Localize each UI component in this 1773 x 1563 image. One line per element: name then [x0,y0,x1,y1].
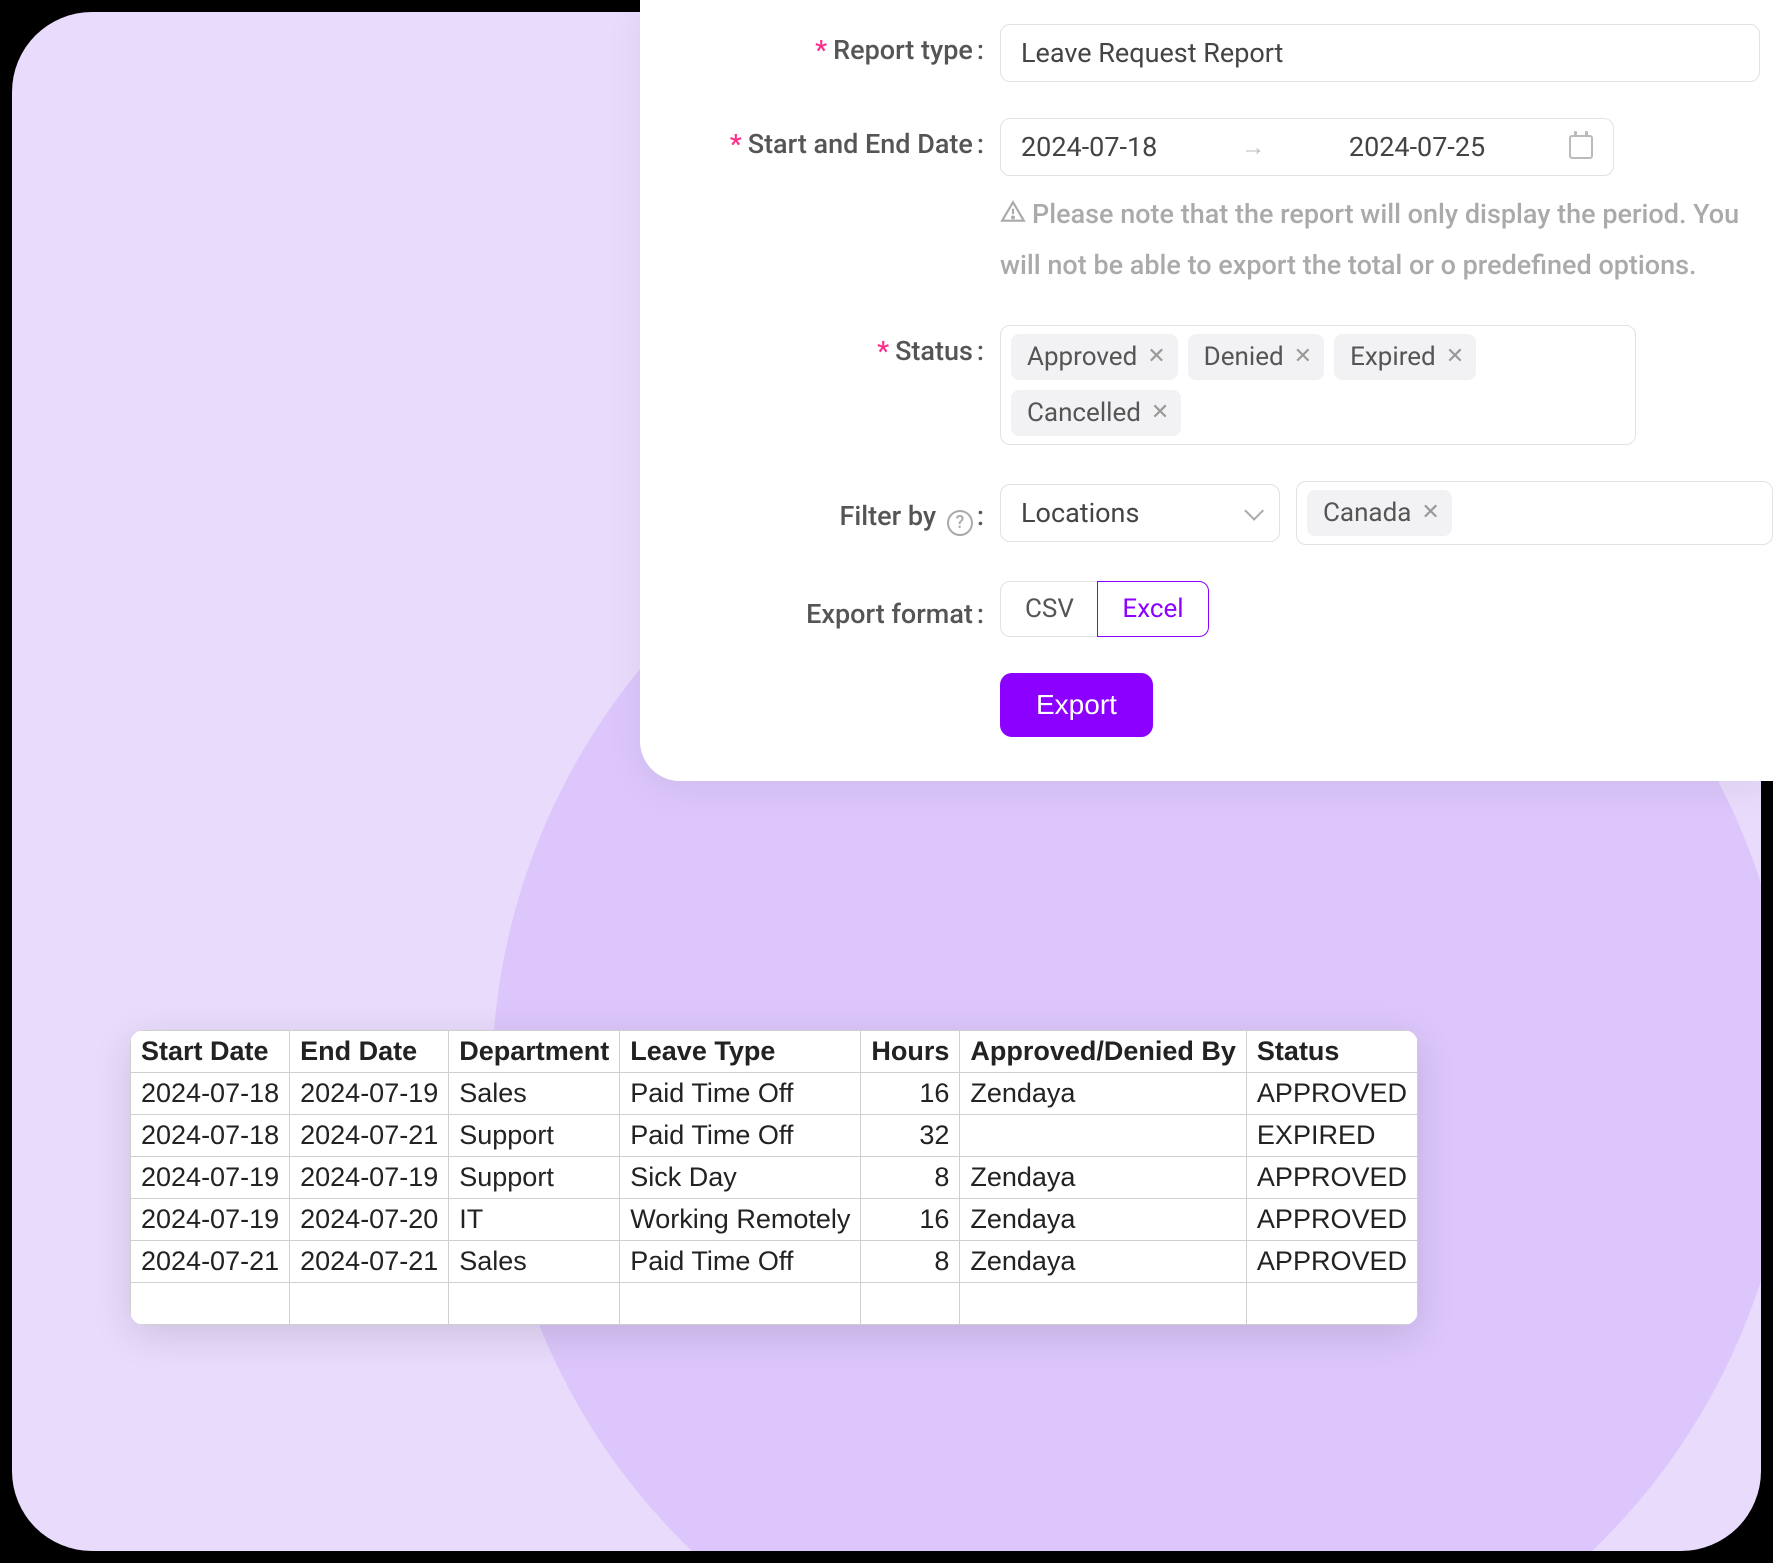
status-tag: Approved✕ [1011,334,1178,380]
filter-by-select[interactable]: Locations [1000,484,1280,542]
start-date-value: 2024-07-18 [1021,131,1157,163]
close-icon[interactable]: ✕ [1294,346,1312,368]
export-format-csv[interactable]: CSV [1000,581,1099,637]
close-icon[interactable]: ✕ [1147,346,1165,368]
report-form-panel: *Report type: Leave Request Report *Star… [640,0,1773,781]
filter-by-label: Filter by ?: [640,490,1000,536]
report-type-value: Leave Request Report [1021,37,1283,69]
date-range-label: *Start and End Date: [640,118,1000,160]
filter-value-tag-input[interactable]: Canada✕ [1296,481,1773,545]
date-range-picker[interactable]: 2024-07-18 → 2024-07-25 [1000,118,1614,176]
col-department: Department [449,1031,620,1073]
table-row: 2024-07-192024-07-20ITWorking Remotely16… [131,1199,1418,1241]
filter-by-value: Locations [1021,497,1139,529]
end-date-value: 2024-07-25 [1349,131,1485,163]
date-range-note: Please note that the report will only di… [1000,176,1760,289]
close-icon[interactable]: ✕ [1421,502,1439,524]
col-status: Status [1246,1031,1417,1073]
table-header-row: Start Date End Date Department Leave Typ… [131,1031,1418,1073]
export-format-excel[interactable]: Excel [1097,581,1208,637]
export-format-label: Export format: [640,588,1000,630]
date-arrow-icon: → [1241,133,1265,162]
col-approver: Approved/Denied By [960,1031,1247,1073]
chevron-down-icon [1244,501,1264,521]
export-button[interactable]: Export [1000,673,1153,737]
close-icon[interactable]: ✕ [1446,346,1464,368]
col-end-date: End Date [290,1031,449,1073]
report-type-label: *Report type: [640,24,1000,66]
status-tag: Cancelled✕ [1011,390,1181,436]
table-row: 2024-07-212024-07-21SalesPaid Time Off8Z… [131,1241,1418,1283]
help-icon[interactable]: ? [947,510,973,536]
filter-tag: Canada✕ [1307,490,1452,536]
status-tag: Expired✕ [1334,334,1476,380]
col-leave-type: Leave Type [620,1031,861,1073]
col-hours: Hours [861,1031,960,1073]
report-results-table: Start Date End Date Department Leave Typ… [130,1030,1418,1325]
calendar-icon [1569,135,1593,159]
status-tag-input[interactable]: Approved✕ Denied✕ Expired✕ Cancelled✕ [1000,325,1636,445]
close-icon[interactable]: ✕ [1151,402,1169,424]
col-start-date: Start Date [131,1031,290,1073]
table-row-empty: . [131,1283,1418,1325]
table-row: 2024-07-192024-07-19SupportSick Day8Zend… [131,1157,1418,1199]
status-label: *Status: [640,325,1000,367]
report-type-select[interactable]: Leave Request Report [1000,24,1760,82]
warning-icon [1000,192,1026,241]
table-row: 2024-07-182024-07-19SalesPaid Time Off16… [131,1073,1418,1115]
status-tag: Denied✕ [1188,334,1324,380]
export-format-segmented: CSV Excel [1000,581,1209,637]
table-row: 2024-07-182024-07-21SupportPaid Time Off… [131,1115,1418,1157]
